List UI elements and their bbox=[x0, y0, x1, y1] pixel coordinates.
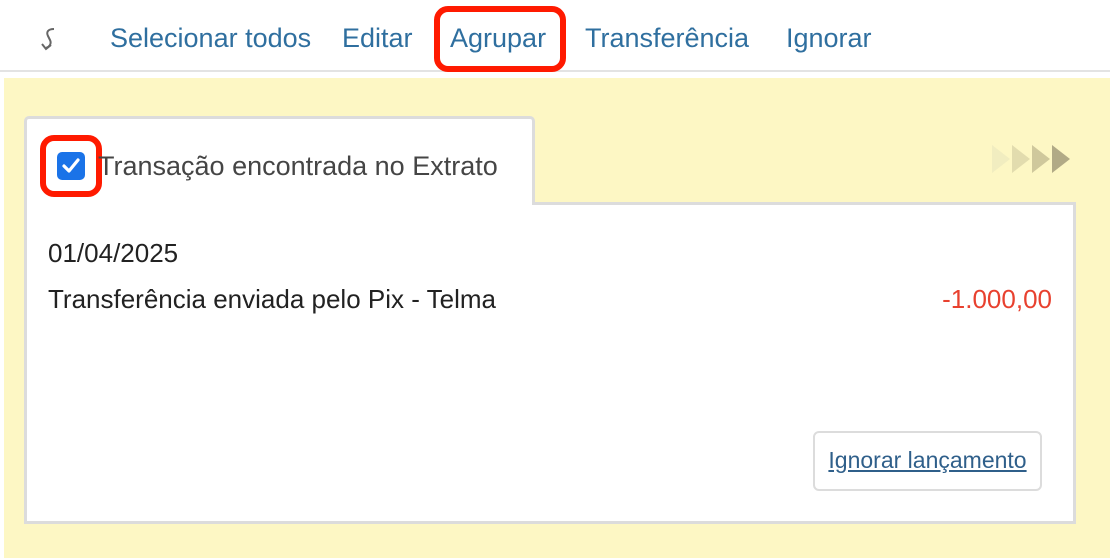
fast-forward-arrows-icon[interactable] bbox=[990, 142, 1080, 176]
ignore-entry-label: Ignorar lançamento bbox=[828, 447, 1027, 473]
ignore-entry-button[interactable]: Ignorar lançamento bbox=[813, 431, 1042, 491]
tab-title: Transação encontrada no Extrato bbox=[98, 151, 498, 181]
ignore-link[interactable]: Ignorar bbox=[786, 20, 872, 56]
select-all-link[interactable]: Selecionar todos bbox=[110, 20, 311, 56]
transaction-description: Transferência enviada pelo Pix - Telma bbox=[48, 284, 497, 314]
transaction-date: 01/04/2025 bbox=[48, 238, 179, 268]
group-link[interactable]: Agrupar bbox=[450, 20, 546, 56]
transaction-amount: -1.000,00 bbox=[942, 284, 1052, 314]
transaction-checkbox[interactable] bbox=[57, 152, 85, 180]
toolbar: Selecionar todos Editar Agrupar Transfer… bbox=[0, 0, 1110, 72]
checkmark-icon bbox=[62, 158, 80, 173]
transfer-link[interactable]: Transferência bbox=[585, 20, 749, 56]
edit-link[interactable]: Editar bbox=[342, 20, 413, 56]
return-arrow-icon[interactable] bbox=[36, 26, 64, 56]
